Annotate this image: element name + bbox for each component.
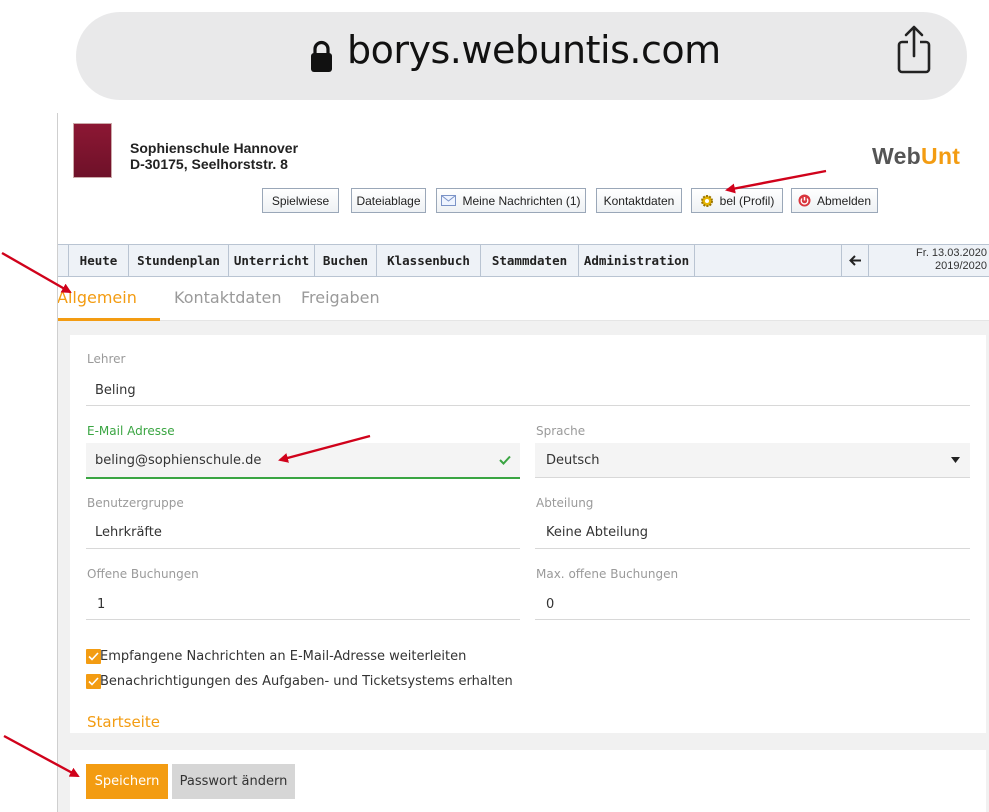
- offene-buchungen-underline: [86, 619, 520, 620]
- dateiablage-button[interactable]: Dateiablage: [351, 188, 426, 213]
- school-logo: [73, 123, 112, 178]
- email-value: beling@sophienschule.de: [95, 453, 262, 468]
- tab-freigaben[interactable]: Freigaben: [301, 288, 380, 307]
- lock-icon: [311, 40, 332, 72]
- abteilung-value: Keine Abteilung: [546, 525, 649, 540]
- nav-spacer: [57, 245, 69, 276]
- nav-item-unterricht[interactable]: Unterricht: [229, 245, 315, 276]
- url-text[interactable]: borys.webuntis.com: [347, 28, 721, 72]
- date-text: Fr. 13.03.2020: [916, 247, 987, 259]
- nav-item-heute[interactable]: Heute: [69, 245, 129, 276]
- email-label: E-Mail Adresse: [87, 424, 175, 438]
- chevron-down-icon: [951, 457, 960, 463]
- email-underline: [86, 477, 520, 479]
- check-icon: [88, 652, 99, 661]
- page-border: [57, 113, 58, 812]
- lehrer-field: Beling: [95, 383, 136, 398]
- profile-button[interactable]: bel (Profil): [691, 188, 783, 213]
- offene-buchungen-value: 1: [97, 597, 106, 612]
- benutzergruppe-label: Benutzergruppe: [87, 496, 184, 510]
- forward-email-checkbox[interactable]: [86, 649, 101, 664]
- language-select[interactable]: [535, 443, 970, 477]
- lehrer-label: Lehrer: [87, 352, 126, 366]
- tab-allgemein[interactable]: Allgemein: [57, 288, 137, 307]
- change-password-button[interactable]: Passwort ändern: [172, 764, 295, 799]
- sprache-label: Sprache: [536, 424, 586, 438]
- forward-email-label[interactable]: Empfangene Nachrichten an E-Mail-Adresse…: [100, 649, 466, 664]
- messages-button[interactable]: Meine Nachrichten (1): [436, 188, 586, 213]
- check-icon: [88, 677, 99, 686]
- school-name: Sophienschule Hannover: [130, 140, 299, 156]
- ticket-notifications-checkbox[interactable]: [86, 674, 101, 689]
- nav-item-stammdaten[interactable]: Stammdaten: [481, 245, 579, 276]
- main-navigation: Heute Stundenplan Unterricht Buchen Klas…: [57, 244, 989, 277]
- current-date: Fr. 13.03.2020 2019/2020: [871, 247, 987, 273]
- max-offene-value: 0: [546, 597, 555, 612]
- nav-item-klassenbuch[interactable]: Klassenbuch: [377, 245, 481, 276]
- abteilung-label: Abteilung: [536, 496, 594, 510]
- sprache-value: Deutsch: [546, 453, 600, 468]
- spielwiese-button[interactable]: Spielwiese: [262, 188, 339, 213]
- kontaktdaten-button[interactable]: Kontaktdaten: [596, 188, 682, 213]
- logout-button[interactable]: Abmelden: [791, 188, 878, 213]
- webuntis-logo: WebUnt: [872, 143, 961, 169]
- arrow-left-icon: [848, 255, 861, 266]
- school-address: D-30175, Seelhorststr. 8: [130, 156, 288, 172]
- sprache-underline: [535, 477, 970, 478]
- webuntis-page: Sophienschule Hannover D-30175, Seelhors…: [57, 113, 989, 812]
- startseite-heading: Startseite: [87, 713, 160, 731]
- save-button[interactable]: Speichern: [86, 764, 168, 799]
- tab-kontaktdaten[interactable]: Kontaktdaten: [174, 288, 281, 307]
- ticket-notifications-label[interactable]: Benachrichtigungen des Aufgaben- und Tic…: [100, 674, 513, 689]
- abteilung-underline: [535, 548, 970, 549]
- gear-icon: [700, 194, 713, 207]
- offene-buchungen-label: Offene Buchungen: [87, 567, 199, 581]
- envelope-icon: [441, 195, 457, 206]
- nav-item-administration[interactable]: Administration: [579, 245, 695, 276]
- nav-item-buchen[interactable]: Buchen: [315, 245, 377, 276]
- school-year-text: 2019/2020: [935, 260, 987, 272]
- max-offene-underline: [535, 619, 970, 620]
- benutzergruppe-value: Lehrkräfte: [95, 525, 162, 540]
- max-offene-label: Max. offene Buchungen: [536, 567, 679, 581]
- share-icon[interactable]: [896, 24, 932, 76]
- profile-tabs: Allgemein Kontaktdaten Freigaben: [57, 279, 989, 321]
- back-arrow-button[interactable]: [841, 245, 869, 276]
- checkmark-icon: [499, 455, 511, 465]
- lehrer-underline: [86, 405, 970, 406]
- power-icon: [798, 194, 811, 207]
- benutzergruppe-underline: [86, 548, 520, 549]
- nav-item-stundenplan[interactable]: Stundenplan: [129, 245, 229, 276]
